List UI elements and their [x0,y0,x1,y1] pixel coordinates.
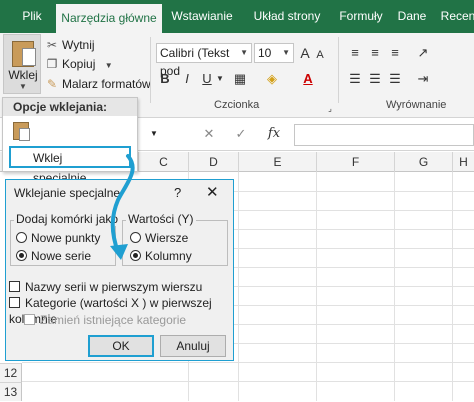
chevron-down-icon: ▼ [240,48,248,57]
paintbrush-icon: ✎ [46,77,58,91]
categories-checkbox[interactable]: Kategorie (wartości X ) w pierwszej kolu… [9,295,233,326]
values-legend: Wartości (Y) [126,212,196,226]
new-points-radio[interactable]: Nowe punkty [16,230,100,246]
replace-categories-label: Zamień istniejące kategorie [40,313,187,327]
formula-input[interactable] [294,124,474,146]
row-header[interactable]: 12 [0,363,22,382]
help-icon[interactable]: ? [174,185,181,200]
gridline [22,362,474,363]
align-middle-icon[interactable]: ≡ [366,43,384,63]
rows-radio[interactable]: Wiersze [130,230,188,246]
paste-label: Wklej [8,68,38,82]
rows-label: Wiersze [145,231,189,245]
close-icon[interactable]: ✕ [206,183,219,201]
align-center-icon[interactable]: ☰ [366,69,384,89]
tab-file[interactable]: Plik [8,0,56,33]
cut-label: Wytnij [62,38,95,52]
font-color-icon[interactable]: A [300,69,316,89]
series-names-label: Nazwy serii w pierwszym wierszu [25,280,203,294]
tab-home[interactable]: Narzędzia główne [56,4,162,33]
tab-data[interactable]: Dane [394,0,430,33]
font-name-dropdown[interactable]: Calibri (Tekst pod ▼ [156,43,252,78]
align-bottom-icon[interactable]: ≡ [386,43,404,63]
chevron-down-icon: ▼ [282,48,290,57]
paste-special-dialog: Wklejanie specjalne ? ✕ Dodaj komórki ja… [5,179,234,361]
columns-radio[interactable]: Kolumny [130,248,192,264]
font-size-value: 10 [258,46,272,60]
column-header[interactable]: E [238,152,316,172]
column-header[interactable]: C [138,152,188,172]
tab-insert[interactable]: Wstawianie [166,0,238,33]
dialog-launcher-icon[interactable]: ⌟ [326,99,334,119]
fill-color-icon[interactable]: ◈ [264,69,280,89]
alignment-group-label: Wyrównanie [386,99,447,111]
paste-options-menu: Opcje wklejania: Wklej specjalnie... [2,97,138,185]
chevron-down-icon[interactable]: ▼ [140,124,168,146]
copy-icon: ❐ [46,57,58,71]
column-header[interactable]: D [188,152,238,172]
font-group-label: Czcionka [214,99,260,111]
radio-button-icon [16,250,27,261]
cancel-button[interactable]: Anuluj [160,335,226,357]
paste-icon[interactable] [13,122,30,141]
tab-formulas[interactable]: Formuły [334,0,388,33]
underline-button[interactable]: U [200,69,214,89]
columns-label: Kolumny [145,249,192,263]
indent-icon[interactable]: ⇥ [414,69,432,89]
chevron-down-icon[interactable]: ▼ [215,69,225,89]
radio-button-icon [130,250,141,261]
row-header[interactable]: 13 [0,382,22,401]
copy-button[interactable]: ❐ Kopiuj ▼ [45,55,113,73]
new-series-label: Nowe serie [31,249,92,263]
checkbox-icon [24,314,35,325]
tab-review[interactable]: Recen [438,0,474,33]
chevron-down-icon: ▼ [104,61,113,70]
new-points-label: Nowe punkty [31,231,101,245]
column-header[interactable]: H [452,152,474,172]
bold-button[interactable]: B [158,69,172,89]
group-divider [338,37,339,103]
tab-page-layout[interactable]: Układ strony [246,0,328,33]
column-header[interactable]: G [394,152,452,172]
increase-font-icon[interactable]: A [298,43,312,63]
font-size-dropdown[interactable]: 10 ▼ [254,43,294,63]
replace-categories-checkbox: Zamień istniejące kategorie [24,312,186,328]
format-painter-label: Malarz formatów [62,77,151,91]
paste-button[interactable]: Wklej ▼ [3,34,41,94]
group-divider [150,37,151,103]
cut-button[interactable]: ✂ Wytnij [45,36,95,54]
enter-icon[interactable]: ✓ [232,124,250,144]
ribbon-tab-bar: Plik Narzędzia główne Wstawianie Układ s… [0,0,474,33]
scissors-icon: ✂ [46,38,58,52]
orientation-icon[interactable]: ↗ [414,43,432,63]
italic-button[interactable]: I [180,69,194,89]
chevron-down-icon: ▼ [19,82,27,91]
borders-icon[interactable]: ▦ [232,69,248,89]
radio-button-icon [130,232,141,243]
format-painter-button[interactable]: ✎ Malarz formatów [45,75,151,93]
dialog-title: Wklejanie specjalne [14,186,121,200]
align-right-icon[interactable]: ☰ [386,69,404,89]
column-header[interactable]: F [316,152,394,172]
gridline [22,381,474,382]
radio-button-icon [16,232,27,243]
clipboard-icon [12,41,36,67]
cancel-icon[interactable]: ✕ [200,124,218,144]
checkbox-icon [9,281,20,292]
paste-special-menu-item[interactable]: Wklej specjalnie... [9,146,131,185]
decrease-font-icon[interactable]: A [314,45,326,65]
align-top-icon[interactable]: ≡ [346,43,364,63]
paste-options-header: Opcje wklejania: [3,98,137,116]
series-names-checkbox[interactable]: Nazwy serii w pierwszym wierszu [9,279,202,295]
new-series-radio[interactable]: Nowe serie [16,248,91,264]
copy-label: Kopiuj [62,57,96,71]
align-left-icon[interactable]: ☰ [346,69,364,89]
insert-function-button[interactable]: fx [264,124,284,144]
checkbox-icon [9,297,20,308]
add-cells-legend: Dodaj komórki jako [14,212,121,226]
ok-button[interactable]: OK [88,335,154,357]
